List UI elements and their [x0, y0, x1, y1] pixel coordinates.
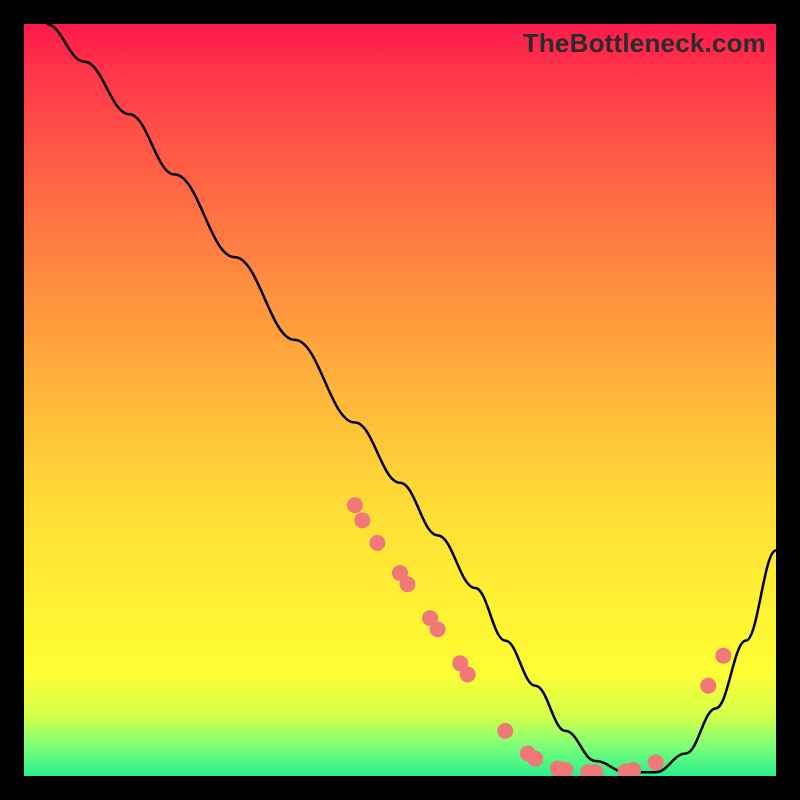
- data-point: [354, 512, 370, 528]
- bottleneck-curve: [47, 24, 776, 772]
- chart-svg: [24, 24, 776, 776]
- curve-layer: [47, 24, 776, 772]
- data-point: [497, 723, 513, 739]
- data-point: [700, 678, 716, 694]
- plot-area: TheBottleneck.com: [24, 24, 776, 776]
- data-point: [369, 535, 385, 551]
- data-point: [400, 576, 416, 592]
- data-point: [347, 497, 363, 513]
- marker-layer: [347, 497, 731, 776]
- data-point: [460, 666, 476, 682]
- data-point: [430, 621, 446, 637]
- data-point: [715, 648, 731, 664]
- data-point: [648, 754, 664, 770]
- data-point: [527, 751, 543, 767]
